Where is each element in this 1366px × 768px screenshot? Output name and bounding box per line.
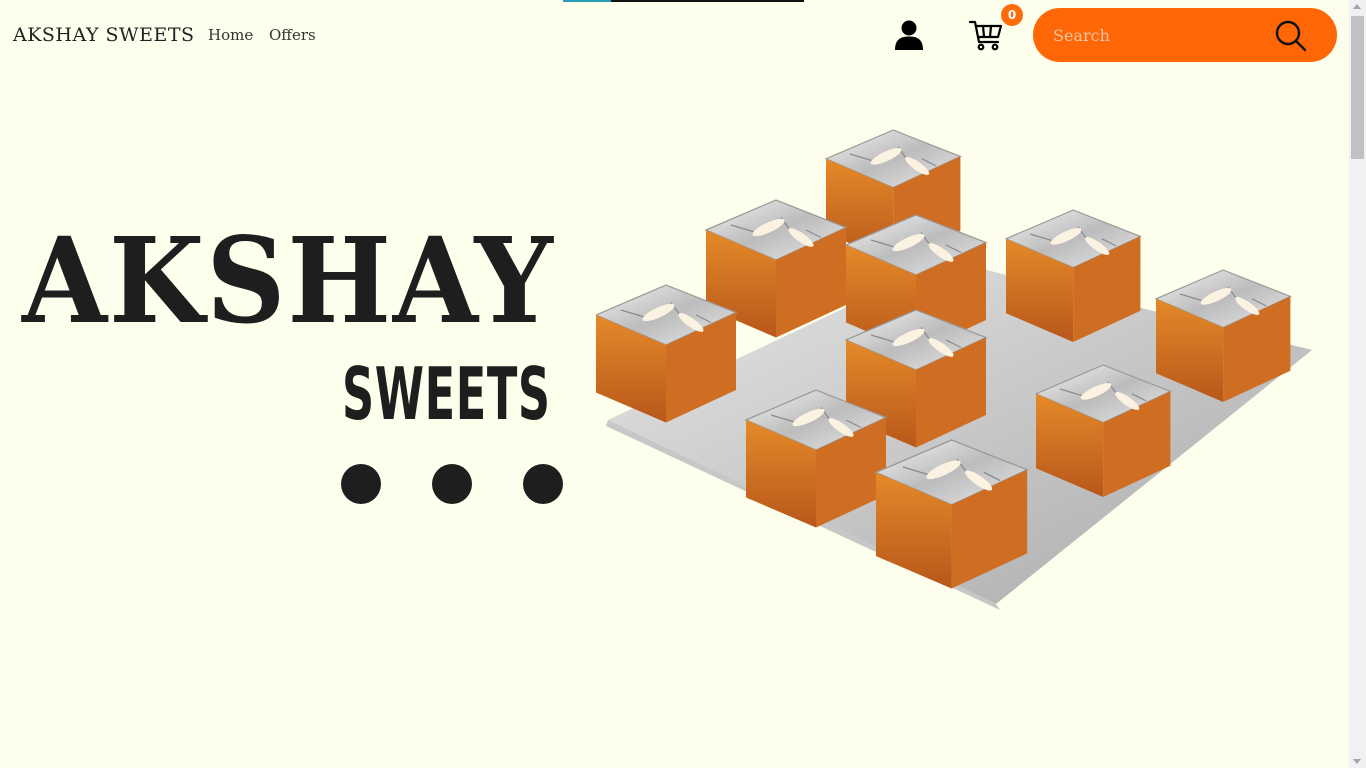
hero-subtitle: SWEETS	[342, 352, 551, 436]
brand-logo[interactable]: AKSHAY SWEETS	[13, 24, 195, 46]
slide-dot-2[interactable]	[432, 464, 472, 504]
nav-link-home[interactable]: Home	[208, 26, 253, 44]
scroll-up-arrow[interactable]	[1353, 4, 1361, 9]
search-icon[interactable]	[1273, 18, 1309, 54]
sweets-plate-image	[595, 120, 1320, 610]
cart-icon[interactable]	[968, 18, 1004, 52]
navbar: AKSHAY SWEETS Home Offers 0	[0, 0, 1349, 70]
page-scrollbar[interactable]	[1349, 0, 1366, 768]
slide-dot-1[interactable]	[341, 464, 381, 504]
hero-title: AKSHAY	[22, 211, 555, 350]
cart-count-badge: 0	[1001, 4, 1023, 26]
nav-link-offers[interactable]: Offers	[269, 26, 316, 44]
slide-dot-3[interactable]	[523, 464, 563, 504]
user-icon[interactable]	[893, 19, 925, 51]
scroll-thumb[interactable]	[1351, 16, 1364, 159]
search-input[interactable]	[1053, 21, 1263, 49]
scroll-down-arrow[interactable]	[1353, 759, 1361, 764]
search-box	[1033, 8, 1337, 62]
